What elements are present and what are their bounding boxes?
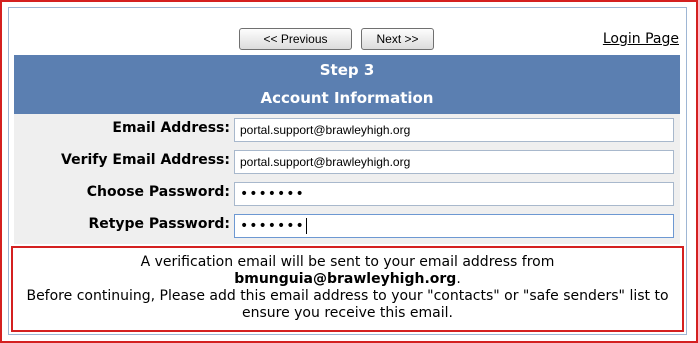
retype-password-value: ••••••• <box>240 218 305 234</box>
notice-line-2: Before continuing, Please add this email… <box>26 288 669 321</box>
password-label: Choose Password: <box>86 184 230 200</box>
step-header: Step 3 Account Information <box>14 55 680 114</box>
navigation-bar: << Previous Next >> Login Page <box>9 8 686 52</box>
retype-password-row: Retype Password: ••••••• <box>14 210 680 242</box>
verify-email-field[interactable]: portal.support@brawleyhigh.org <box>234 150 674 174</box>
password-field[interactable]: ••••••• <box>234 182 674 206</box>
email-row: Email Address: portal.support@brawleyhig… <box>14 114 680 146</box>
text-cursor <box>305 218 307 234</box>
previous-button[interactable]: << Previous <box>239 28 352 50</box>
step-title: Step 3 <box>319 61 375 79</box>
notice-line-1: A verification email will be sent to you… <box>140 254 555 270</box>
verification-notice: A verification email will be sent to you… <box>11 246 684 332</box>
account-form: Email Address: portal.support@brawleyhig… <box>14 114 680 244</box>
section-title: Account Information <box>260 89 434 107</box>
email-field[interactable]: portal.support@brawleyhigh.org <box>234 118 674 142</box>
next-button[interactable]: Next >> <box>361 28 434 50</box>
verify-email-row: Verify Email Address: portal.support@bra… <box>14 146 680 178</box>
retype-password-field[interactable]: ••••••• <box>234 214 674 238</box>
email-label: Email Address: <box>112 120 230 136</box>
sender-suffix: . <box>456 271 461 287</box>
notice-sender-line: bmunguia@brawleyhigh.org. <box>13 271 682 288</box>
verify-email-label: Verify Email Address: <box>61 152 230 168</box>
login-page-link[interactable]: Login Page <box>603 31 679 47</box>
registration-panel: << Previous Next >> Login Page Step 3 Ac… <box>8 7 687 335</box>
password-row: Choose Password: ••••••• <box>14 178 680 210</box>
sender-email: bmunguia@brawleyhigh.org <box>234 271 457 287</box>
retype-password-label: Retype Password: <box>88 216 230 232</box>
